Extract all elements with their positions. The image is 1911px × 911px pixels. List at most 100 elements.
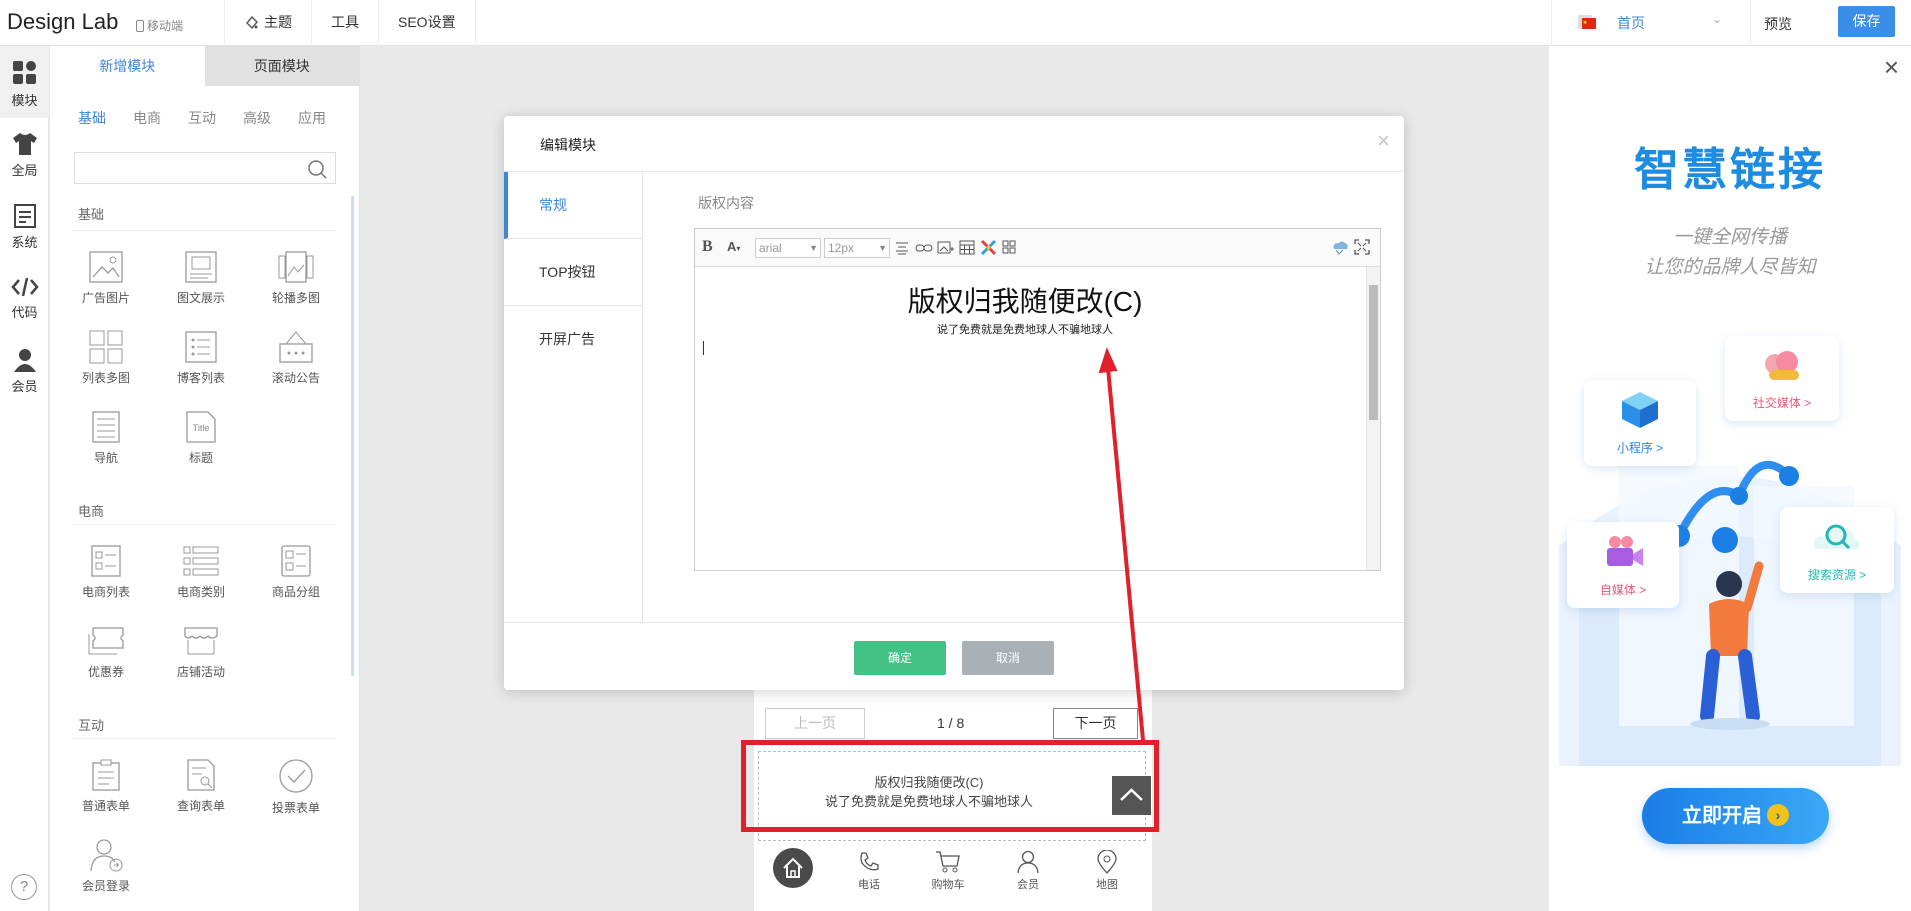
module-normal-form[interactable]: 普通表单	[70, 758, 142, 814]
bottom-nav-member[interactable]: 会员	[998, 850, 1058, 892]
link-icon[interactable]	[915, 241, 933, 255]
mobile-toggle[interactable]: 移动端	[136, 17, 183, 34]
promo-card-label: 搜索资源 >	[1807, 568, 1867, 582]
module-list-images[interactable]: 列表多图	[70, 330, 142, 386]
font-color-icon[interactable]: A▾	[727, 239, 740, 254]
preview-button[interactable]: 预览	[1764, 14, 1792, 34]
module-label: 图文展示	[176, 291, 225, 305]
tab-general[interactable]: 常规	[504, 172, 643, 239]
promo-card-social[interactable]: 社交媒体 >	[1725, 336, 1839, 421]
topnav-tools[interactable]: 工具	[311, 0, 378, 46]
cart-icon	[936, 851, 960, 873]
rail-label-global: 全局	[11, 163, 38, 178]
subtab-interactive[interactable]: 互动	[188, 108, 216, 128]
promo-card-miniprogram[interactable]: 小程序 >	[1584, 380, 1696, 466]
promo-card-selfmedia[interactable]: 自媒体 >	[1567, 522, 1679, 608]
subtab-basic[interactable]: 基础	[78, 108, 106, 128]
editor-scrollbar[interactable]	[1366, 267, 1380, 570]
vote-check-icon	[279, 759, 313, 793]
left-rail: 模块 全局 系统 代码 会员 ?	[0, 46, 49, 911]
module-ecom-list[interactable]: 电商列表	[70, 544, 142, 600]
close-icon[interactable]: ×	[1377, 128, 1390, 154]
module-coupon[interactable]: 优惠券	[70, 624, 142, 680]
rich-text-editor[interactable]: B A▾ arial ▼ 12px ▼ 版权归我随便改(C) 说了免费就是免费地球人…	[694, 228, 1381, 571]
subtab-ecommerce[interactable]: 电商	[133, 108, 161, 128]
home-button[interactable]	[773, 848, 813, 888]
rail-item-code[interactable]: 代码	[0, 262, 49, 334]
tab-page-module[interactable]: 页面模块	[204, 46, 359, 86]
pager-indicator: 1 / 8	[937, 715, 965, 731]
video-camera-icon	[1607, 536, 1643, 566]
tab-add-module[interactable]: 新增模块	[50, 46, 205, 86]
module-scroll-notice[interactable]: 滚动公告	[260, 330, 332, 386]
map-pin-icon	[1097, 850, 1117, 874]
editor-copyright-text: 版权归我随便改(C)	[907, 286, 1143, 317]
plugin-icon[interactable]	[980, 239, 997, 256]
rail-label-code: 代码	[11, 305, 38, 320]
subtab-advanced[interactable]: 高级	[243, 108, 271, 128]
carousel-icon	[278, 251, 314, 283]
rail-item-system[interactable]: 系统	[0, 190, 49, 262]
module-query-form[interactable]: 查询表单	[165, 758, 237, 814]
shirt-icon	[12, 133, 37, 155]
module-store-activity[interactable]: 店铺活动	[165, 624, 237, 680]
module-navigation[interactable]: 导航	[70, 410, 142, 466]
brand-logo[interactable]: Design Lab	[7, 9, 118, 35]
rail-item-global[interactable]: 全局	[0, 118, 49, 190]
panel-scrollbar[interactable]	[351, 196, 354, 676]
start-now-label: 立即开启	[1682, 805, 1762, 827]
phone-call-icon	[860, 852, 879, 871]
module-title[interactable]: Title 标题	[165, 410, 237, 466]
pager-prev-button[interactable]: 上一页	[765, 708, 865, 739]
bottom-nav-cart[interactable]: 购物车	[918, 850, 978, 892]
align-icon[interactable]	[895, 241, 909, 255]
china-flag-icon	[1578, 15, 1596, 29]
table-icon[interactable]	[959, 240, 975, 255]
module-blog-list[interactable]: 博客列表	[165, 330, 237, 386]
module-product-group[interactable]: 商品分组	[260, 544, 332, 600]
subtab-apps[interactable]: 应用	[298, 108, 326, 128]
font-family-select[interactable]: arial ▼	[755, 238, 821, 258]
font-size-select[interactable]: 12px ▼	[824, 238, 890, 258]
confirm-button[interactable]: 确定	[854, 641, 946, 675]
search-cloud-icon	[1813, 524, 1860, 550]
section-title-interactive: 互动	[78, 718, 105, 733]
bottom-nav-phone[interactable]: 电话	[839, 850, 899, 892]
help-icon[interactable]: ?	[11, 874, 37, 900]
theme-icon	[246, 15, 258, 30]
product-list-icon	[91, 545, 121, 577]
bottom-nav-map[interactable]: 地图	[1077, 850, 1137, 892]
tab-splash-ad[interactable]: 开屏广告	[504, 306, 643, 373]
promo-card-search[interactable]: 搜索资源 >	[1780, 507, 1894, 593]
fullscreen-icon[interactable]	[1354, 239, 1370, 255]
module-ad-image[interactable]: 广告图片	[70, 250, 142, 306]
module-search-input[interactable]	[74, 152, 336, 184]
clean-format-icon[interactable]	[1331, 239, 1349, 255]
home-icon	[783, 857, 803, 878]
rail-item-member[interactable]: 会员	[0, 334, 49, 406]
pager-next-button[interactable]: 下一页	[1053, 708, 1138, 739]
topnav-seo[interactable]: SEO设置	[378, 0, 476, 46]
grid-icon[interactable]	[1002, 240, 1016, 254]
module-image-text[interactable]: 图文展示	[165, 250, 237, 306]
save-button[interactable]: 保存	[1838, 6, 1895, 37]
coupon-icon	[88, 627, 124, 655]
tab-top-button[interactable]: TOP按钮	[504, 239, 643, 306]
bottom-nav-label: 电话	[858, 879, 880, 891]
topnav-theme[interactable]: 主题	[224, 0, 311, 46]
bold-icon[interactable]: B	[702, 238, 713, 256]
scrollbar-thumb[interactable]	[1369, 285, 1378, 420]
insert-image-icon[interactable]	[937, 239, 955, 257]
social-media-icon	[1765, 351, 1799, 380]
start-now-button[interactable]: 立即开启 ›	[1642, 788, 1829, 844]
rail-item-modules[interactable]: 模块	[0, 46, 49, 118]
module-member-login[interactable]: 会员登录	[70, 838, 142, 894]
close-icon[interactable]: ×	[1884, 52, 1899, 83]
chevron-down-icon: ⌄	[1712, 12, 1723, 26]
cancel-button[interactable]: 取消	[962, 641, 1054, 675]
phone-icon	[136, 20, 144, 32]
page-select[interactable]: 首页 ⌄	[1551, 0, 1751, 46]
module-carousel[interactable]: 轮播多图	[260, 250, 332, 306]
module-vote-form[interactable]: 投票表单	[260, 758, 332, 816]
module-ecom-category[interactable]: 电商类别	[165, 544, 237, 600]
